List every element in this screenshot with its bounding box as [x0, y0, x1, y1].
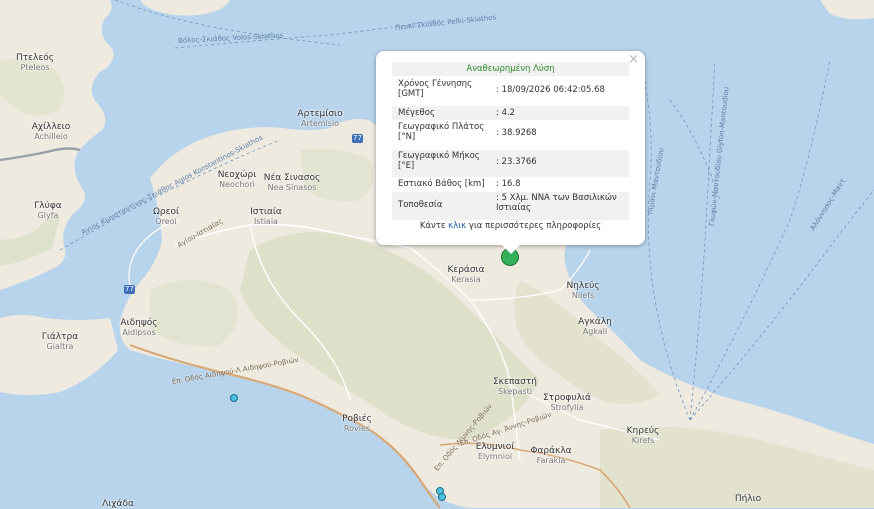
popup-title: Αναθεωρημένη Λύση [392, 62, 629, 76]
info-value: : 18/09/2026 06:42:05.68 [496, 85, 605, 95]
info-row-magnitude: Μέγεθος : 4.2 [392, 106, 629, 120]
place-label: Νέα Σινασος Nea Sinasos [263, 173, 321, 193]
place-label: Γλύφα Glyfa [34, 201, 62, 221]
info-key: Εστιακό Βάθος [km] [398, 179, 485, 189]
more-info-line: Κάντε κλικ για περισσότερες πληροφορίες [376, 221, 645, 231]
info-value: : 5 Χλμ. ΝΝΑ των Βασιλικών Ιστιαίας [496, 193, 617, 213]
info-row-latitude: Γεωγραφικό Πλάτος [°N] : 38.9268 [392, 121, 629, 149]
place-label: Ιστιαία Istiaia [250, 207, 282, 227]
info-row-depth: Εστιακό Βάθος [km] : 16.8 [392, 177, 629, 191]
info-key: Τοποθεσία [398, 200, 443, 210]
earthquake-marker-small[interactable] [438, 493, 446, 501]
info-row-location: Τοποθεσία : 5 Χλμ. ΝΝΑ των Βασιλικών Ιστ… [392, 192, 629, 220]
more-info-link[interactable]: κλικ [448, 221, 466, 231]
place-label: Φαράκλα Farakla [530, 446, 572, 466]
place-label: Αχίλλειο Achilleio [31, 122, 71, 142]
place-label: Αιδηψός Aidipsos [120, 318, 158, 338]
place-label: Σκεπαστή Skepasti [492, 377, 538, 397]
place-label: Ωρεοί Oreoi [152, 207, 180, 227]
close-icon[interactable]: × [628, 53, 639, 67]
info-value: : 23.3766 [496, 157, 537, 167]
place-label: Νεοχώρι Neochori [217, 170, 257, 190]
place-label: Αγκάλη Agkali [578, 317, 612, 337]
place-label: Ροβιές Rovies [342, 414, 372, 434]
place-label: Κεράσια Kerasia [447, 265, 485, 285]
info-key: Χρόνος Γέννησης [GMT] [398, 79, 473, 99]
place-label: Ελυμνιοί Elymnioi [475, 442, 515, 462]
info-key: Μέγεθος [398, 108, 435, 118]
more-info-prefix: Κάντε [419, 221, 449, 231]
place-label: Αρτεμίσιο Artemisio [297, 109, 343, 129]
place-label: Πήλιο [734, 494, 762, 504]
info-value: : 16.8 [496, 179, 521, 189]
place-label: Πτελεός Pteleos [15, 53, 55, 73]
place-label: Κηρεύς Kirefs [626, 426, 660, 446]
place-label: Στροφυλιά Strofylia [543, 393, 591, 413]
earthquake-info-popup: × Αναθεωρημένη Λύση Χρόνος Γέννησης [GMT… [376, 51, 645, 254]
info-key: Γεωγραφικό Πλάτος [°N] [398, 122, 485, 142]
more-info-suffix: για περισσότερες πληροφορίες [466, 221, 602, 231]
info-row-origin-time: Χρόνος Γέννησης [GMT] : 18/09/2026 06:42… [392, 78, 629, 106]
place-label: Νηλεύς Nilefs [566, 281, 600, 301]
road-shield: 77 [124, 285, 135, 294]
info-value: : 4.2 [496, 108, 516, 118]
place-label: Γιάλτρα Gialtra [41, 332, 79, 352]
info-row-longitude: Γεωγραφικό Μήκος [°E] : 23.3766 [392, 150, 629, 177]
earthquake-marker-small[interactable] [230, 394, 238, 402]
road-shield: 77 [352, 134, 363, 143]
info-key: Γεωγραφικό Μήκος [°E] [398, 151, 480, 171]
info-value: : 38.9268 [496, 128, 537, 138]
